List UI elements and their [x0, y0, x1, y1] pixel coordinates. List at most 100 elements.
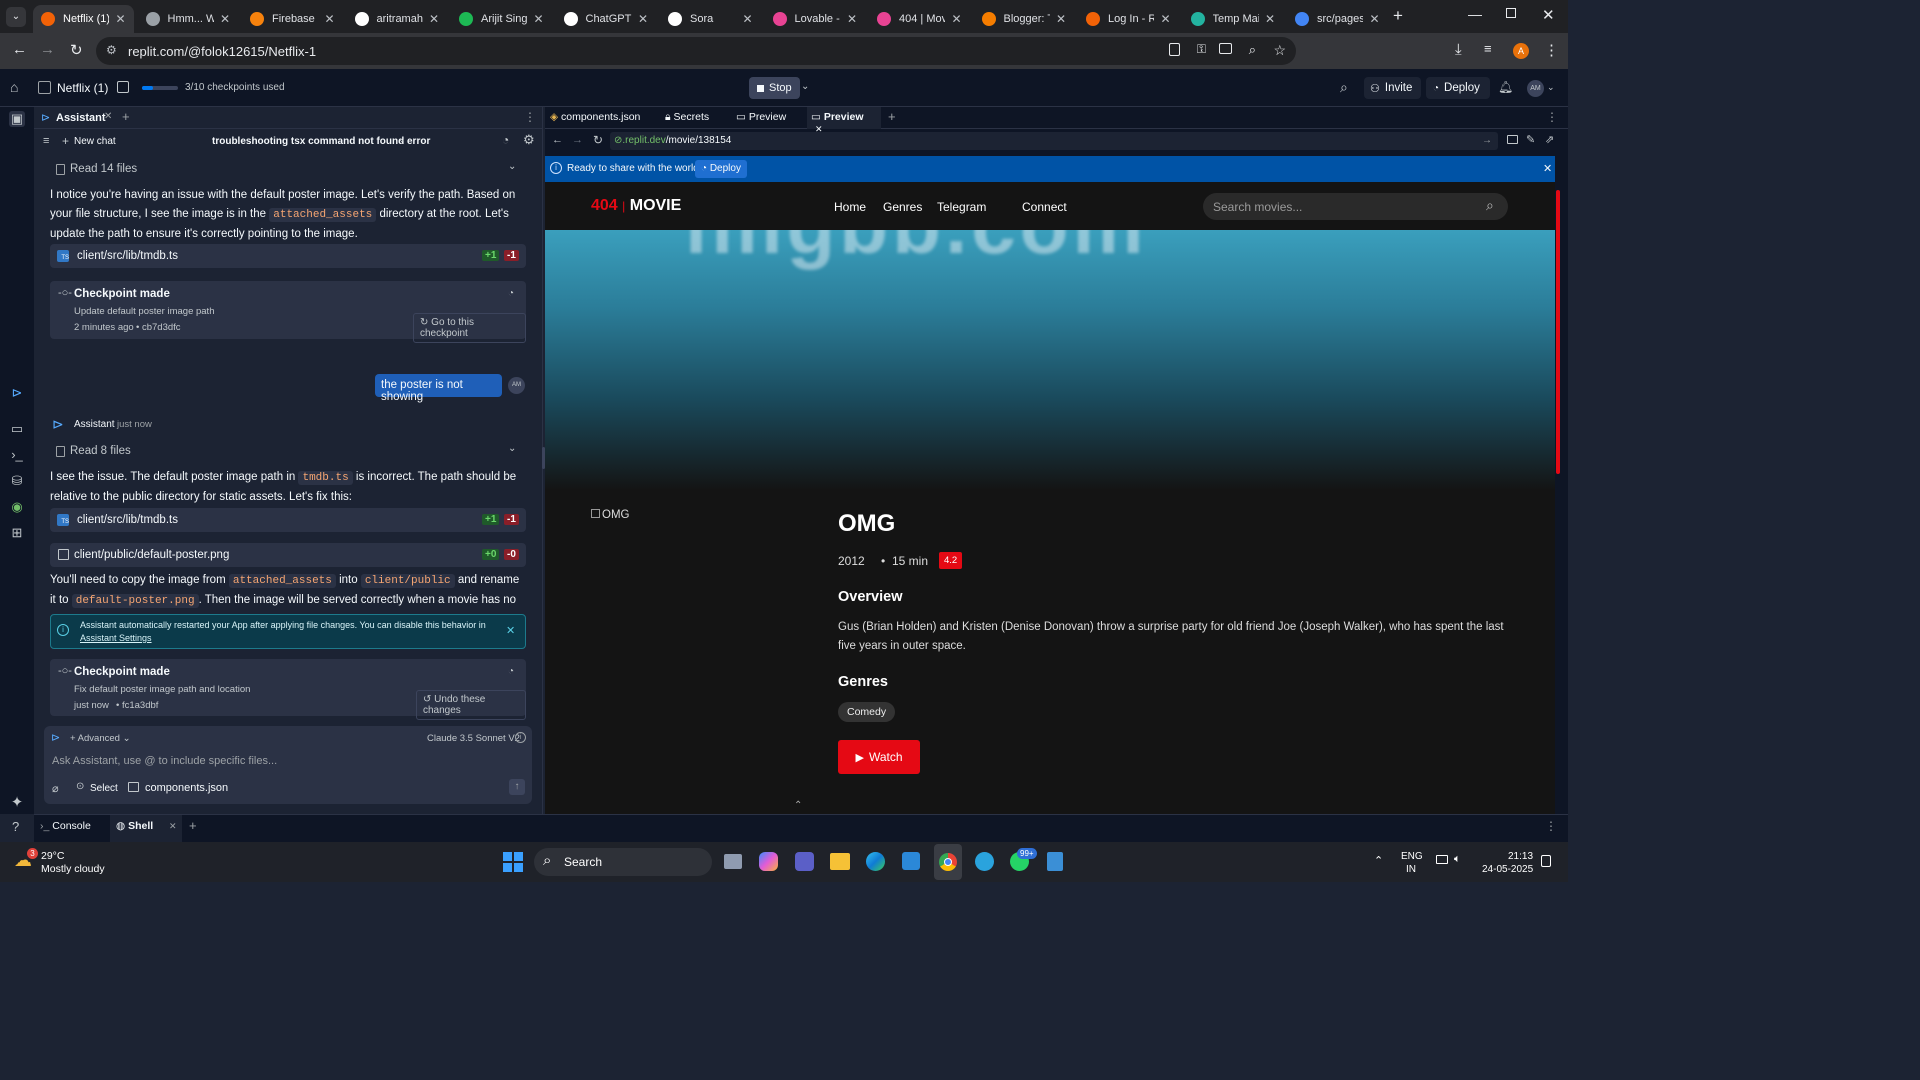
attached-file-chip[interactable]: components.json	[145, 782, 228, 794]
close-tab-icon[interactable]: ✕	[429, 12, 439, 26]
close-tab-icon[interactable]: ✕	[847, 12, 857, 26]
tab-secrets[interactable]: 🔒︎ Secrets	[665, 111, 709, 124]
deploy-button[interactable]: ◔ Deploy	[1426, 77, 1490, 99]
deployments-icon[interactable]: ◉	[9, 499, 25, 515]
browser-tab[interactable]: Netflix (1) ✕	[33, 5, 134, 33]
password-key-icon[interactable]: ⚿	[1197, 42, 1206, 57]
assistant-settings-link[interactable]: Assistant Settings	[80, 633, 152, 643]
nav-home[interactable]: Home	[834, 200, 866, 214]
browser-tab[interactable]: aritramaha ✕	[347, 5, 448, 33]
downloads-icon[interactable]: ⤓	[1455, 41, 1462, 58]
expand-chevron-icon[interactable]: ⌄	[508, 161, 516, 172]
clock-date[interactable]: 24-05-2025	[1482, 864, 1533, 875]
devtools-icon[interactable]: ✎	[1526, 133, 1535, 146]
media-controls-icon[interactable]: ≡	[1484, 41, 1492, 56]
profile-avatar[interactable]: A	[1513, 43, 1529, 59]
preview-forward-icon[interactable]: →	[572, 134, 583, 146]
assistant-input[interactable]: Ask Assistant, use @ to include specific…	[52, 755, 522, 773]
browser-tab[interactable]: Log In - Re ✕	[1078, 5, 1179, 33]
checkpoint-history-icon[interactable]: ◔	[508, 666, 514, 677]
undo-changes-button[interactable]: ↺ Undo these changes	[416, 690, 526, 720]
stop-button[interactable]: Stop	[749, 77, 800, 99]
user-menu-chevron-icon[interactable]: ⌄	[1547, 82, 1555, 93]
close-window-button[interactable]: ✕	[1542, 6, 1555, 24]
close-tab-icon[interactable]: ✕	[638, 12, 648, 26]
model-selector[interactable]: Claude 3.5 Sonnet V2	[427, 733, 520, 744]
nav-connect[interactable]: Connect	[1022, 200, 1067, 214]
chat-title-chevron-icon[interactable]: ⌄	[398, 134, 406, 145]
close-tab-icon[interactable]: ✕	[1265, 12, 1275, 26]
nav-genres[interactable]: Genres	[883, 200, 922, 214]
show-hidden-icons[interactable]: ⌃	[1374, 854, 1383, 867]
clipboard-icon[interactable]	[1169, 43, 1180, 56]
assistant-icon[interactable]: ⊳	[9, 385, 25, 401]
bookmark-star-icon[interactable]: ☆	[1273, 42, 1286, 59]
browser-tab[interactable]: Firebase St ✕	[242, 5, 343, 33]
tab-preview[interactable]: ▭ Preview	[736, 111, 786, 123]
watch-button[interactable]: ▶ Watch	[838, 740, 920, 774]
tab-components-json[interactable]: ◈ components.json	[550, 111, 640, 123]
dismiss-info-icon[interactable]: ✕	[506, 624, 515, 637]
read-files-summary-2[interactable]: Read 8 files	[70, 445, 131, 457]
browser-tab[interactable]: Blogger: Th ✕	[974, 5, 1075, 33]
new-tool-icon[interactable]: ✦	[9, 793, 25, 811]
taskbar-search[interactable]: ⌕ Search	[534, 848, 712, 876]
browser-tab[interactable]: Sora ✕	[660, 5, 761, 33]
file-change-card[interactable]: TS client/src/lib/tmdb.ts +1 -1	[50, 244, 526, 268]
browser-tab[interactable]: Lovable - I ✕	[765, 5, 866, 33]
preview-reload-icon[interactable]: ↻	[593, 133, 603, 147]
close-tab-icon[interactable]: ✕	[951, 12, 961, 26]
bottom-menu-icon[interactable]: ⋮	[1545, 819, 1557, 833]
language-in[interactable]: IN	[1406, 864, 1416, 875]
clock-time[interactable]: 21:13	[1508, 851, 1533, 862]
close-tab-icon[interactable]: ✕	[742, 12, 752, 26]
start-button[interactable]	[503, 852, 523, 872]
site-logo[interactable]: 404 | MOVIE	[591, 197, 681, 215]
all-tools-icon[interactable]: ⊞	[9, 525, 25, 541]
advanced-toggle[interactable]: + Advanced ⌄	[70, 733, 131, 744]
database-icon[interactable]: ⛁	[9, 473, 25, 489]
read-files-summary[interactable]: Read 14 files	[70, 163, 137, 175]
close-banner-icon[interactable]: ✕	[1543, 162, 1552, 175]
browser-tab[interactable]: ChatGPT ✕	[556, 5, 657, 33]
close-tab-icon[interactable]: ✕	[324, 12, 334, 26]
close-tab-icon[interactable]: ✕	[533, 12, 543, 26]
project-name[interactable]: Netflix (1)	[57, 81, 108, 95]
volume-icon[interactable]: 🔈︎	[1454, 853, 1461, 866]
task-view-icon[interactable]	[724, 854, 742, 869]
close-tab-icon[interactable]: ✕	[1056, 12, 1066, 26]
go-arrow-icon[interactable]: →	[1482, 135, 1492, 146]
search-icon[interactable]: ⌕	[1486, 197, 1494, 214]
notepad-icon[interactable]	[1047, 852, 1063, 871]
back-icon[interactable]: ←	[12, 41, 27, 58]
device-icon[interactable]	[1507, 135, 1518, 144]
tab-search-button[interactable]: ⌄	[6, 7, 26, 27]
expand-chevron-icon[interactable]: ⌄	[508, 443, 516, 454]
preview-url-input[interactable]: ⊘.replit.dev/movie/138154 →	[610, 132, 1498, 150]
send-button[interactable]: ↑	[509, 779, 525, 795]
preview-scrollbar[interactable]	[1555, 182, 1568, 814]
close-tab-icon[interactable]: ✕	[104, 111, 112, 122]
tab-console[interactable]: ›_ Console	[40, 820, 91, 832]
pane-menu-icon[interactable]: ⋮	[1546, 110, 1558, 124]
notification-center-icon[interactable]	[1541, 855, 1551, 867]
close-tab-icon[interactable]: ✕	[220, 12, 230, 26]
movie-search-input[interactable]: Search movies...	[1203, 193, 1508, 220]
chrome-taskbar-button[interactable]	[934, 844, 962, 880]
assistant-tab[interactable]: Assistant	[56, 112, 106, 124]
files-icon[interactable]: ▣	[9, 111, 25, 127]
tab-preview-active[interactable]: ▭ Preview ✕	[807, 107, 881, 134]
copilot-icon[interactable]	[759, 852, 778, 871]
site-info-icon[interactable]: ⚙	[106, 43, 117, 57]
browser-tab[interactable]: Arijit Singh ✕	[451, 5, 552, 33]
edge-icon[interactable]	[866, 852, 885, 871]
new-chat-button[interactable]: New chat	[74, 136, 116, 147]
attach-icon[interactable]: ⌀	[52, 782, 59, 795]
shell-icon[interactable]: ›_	[9, 447, 25, 463]
add-tab-icon[interactable]: +	[122, 109, 130, 124]
browser-tab[interactable]: 404 | Movi ✕	[869, 5, 970, 33]
add-tab-icon[interactable]: +	[888, 109, 896, 124]
reload-icon[interactable]: ↻	[70, 41, 83, 59]
forward-icon[interactable]: →	[40, 41, 55, 58]
home-icon[interactable]: ⌂	[10, 79, 18, 95]
